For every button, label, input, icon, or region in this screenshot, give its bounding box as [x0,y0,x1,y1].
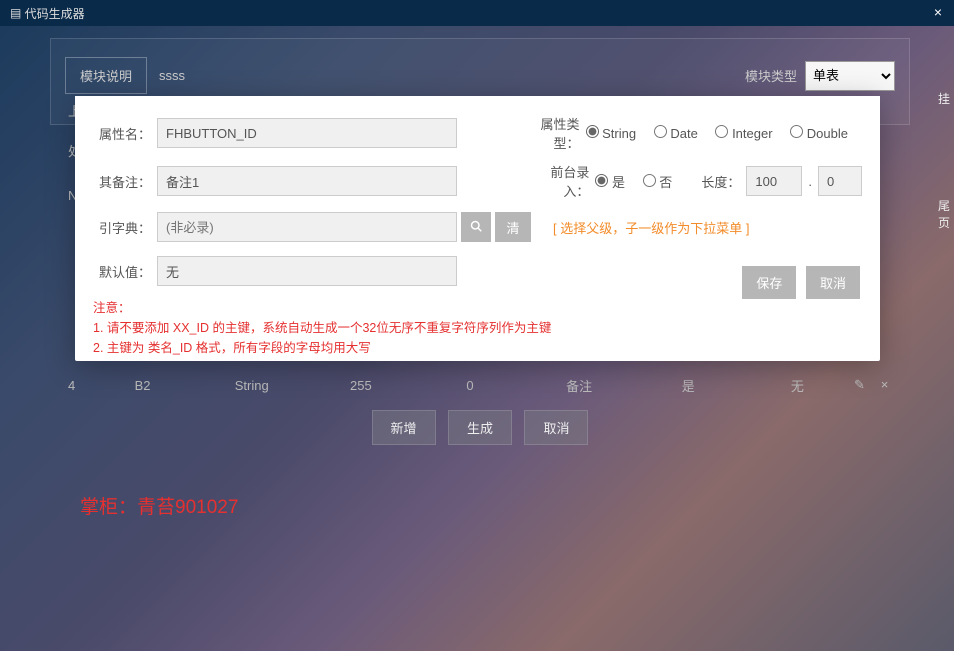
dict-hint: [ 选择父级，子一级作为下拉菜单 ] [553,218,749,237]
right-edge-nav: 挂 尾页 [934,90,954,321]
frontend-no[interactable]: 否 [643,175,673,190]
window-titlebar: ▤ 代码生成器 × [0,0,954,26]
attr-type-radios: String Date Integer Double [586,125,863,141]
module-desc-button[interactable]: 模块说明 [65,57,147,94]
app-icon: ▤ [10,6,25,20]
edit-icon[interactable]: ✎ [852,377,867,393]
side-label-2[interactable]: 尾页 [934,197,954,231]
module-desc-input[interactable] [159,68,745,83]
remark-label: 其备注： [93,172,151,191]
window-title: 代码生成器 [25,5,85,22]
dict-input[interactable] [157,212,457,242]
panel-action-bar: 新增 生成 取消 [50,410,910,445]
module-type-label: 模块类型 [745,66,797,85]
decimal-dot: . [808,174,812,189]
footer-signature: 掌柜：青苔901027 [80,492,238,519]
decimal-input[interactable] [818,166,862,196]
clear-button[interactable]: 清 [495,212,531,242]
attr-name-input[interactable] [157,118,457,148]
default-input[interactable] [157,256,457,286]
attr-type-label: 属性类型： [516,114,580,152]
attribute-dialog: 属性名： 属性类型： String Date Integer Double 其备… [75,96,880,361]
type-string[interactable]: String [586,126,637,141]
side-label-1[interactable]: 挂 [934,90,954,107]
generate-button[interactable]: 生成 [448,410,512,445]
warning-note: 注意： 1. 请不要添加 XX_ID 的主键，系统自动生成一个32位无序不重复字… [93,298,862,358]
add-button[interactable]: 新增 [372,410,436,445]
search-icon[interactable] [461,212,491,242]
save-button[interactable]: 保存 [742,266,796,299]
cancel-button[interactable]: 取消 [524,410,588,445]
dict-label: 引字典： [93,218,151,237]
delete-icon[interactable]: × [877,377,892,393]
attr-name-label: 属性名： [93,124,151,143]
default-label: 默认值： [93,262,151,281]
remark-input[interactable] [157,166,457,196]
module-type-select[interactable]: 单表 [805,61,895,91]
type-date[interactable]: Date [654,126,698,141]
note-line-1: 1. 请不要添加 XX_ID 的主键，系统自动生成一个32位无序不重复字符序列作… [93,318,862,338]
type-double[interactable]: Double [790,126,848,141]
table-row: 4 B2 String 255 0 备注 是 无 ✎ × [50,370,910,400]
note-title: 注意： [93,298,862,318]
note-line-2: 2. 主键为 类名_ID 格式，所有字段的字母均用大写 [93,338,862,358]
type-integer[interactable]: Integer [715,126,772,141]
row-index: 4 [68,378,88,393]
frontend-label: 前台录入： [525,162,589,200]
close-icon[interactable]: × [934,4,942,20]
frontend-radios: 是 否 [595,172,701,191]
length-label: 长度： [701,172,740,191]
frontend-yes[interactable]: 是 [595,175,625,190]
dialog-cancel-button[interactable]: 取消 [806,266,860,299]
length-input[interactable] [746,166,802,196]
